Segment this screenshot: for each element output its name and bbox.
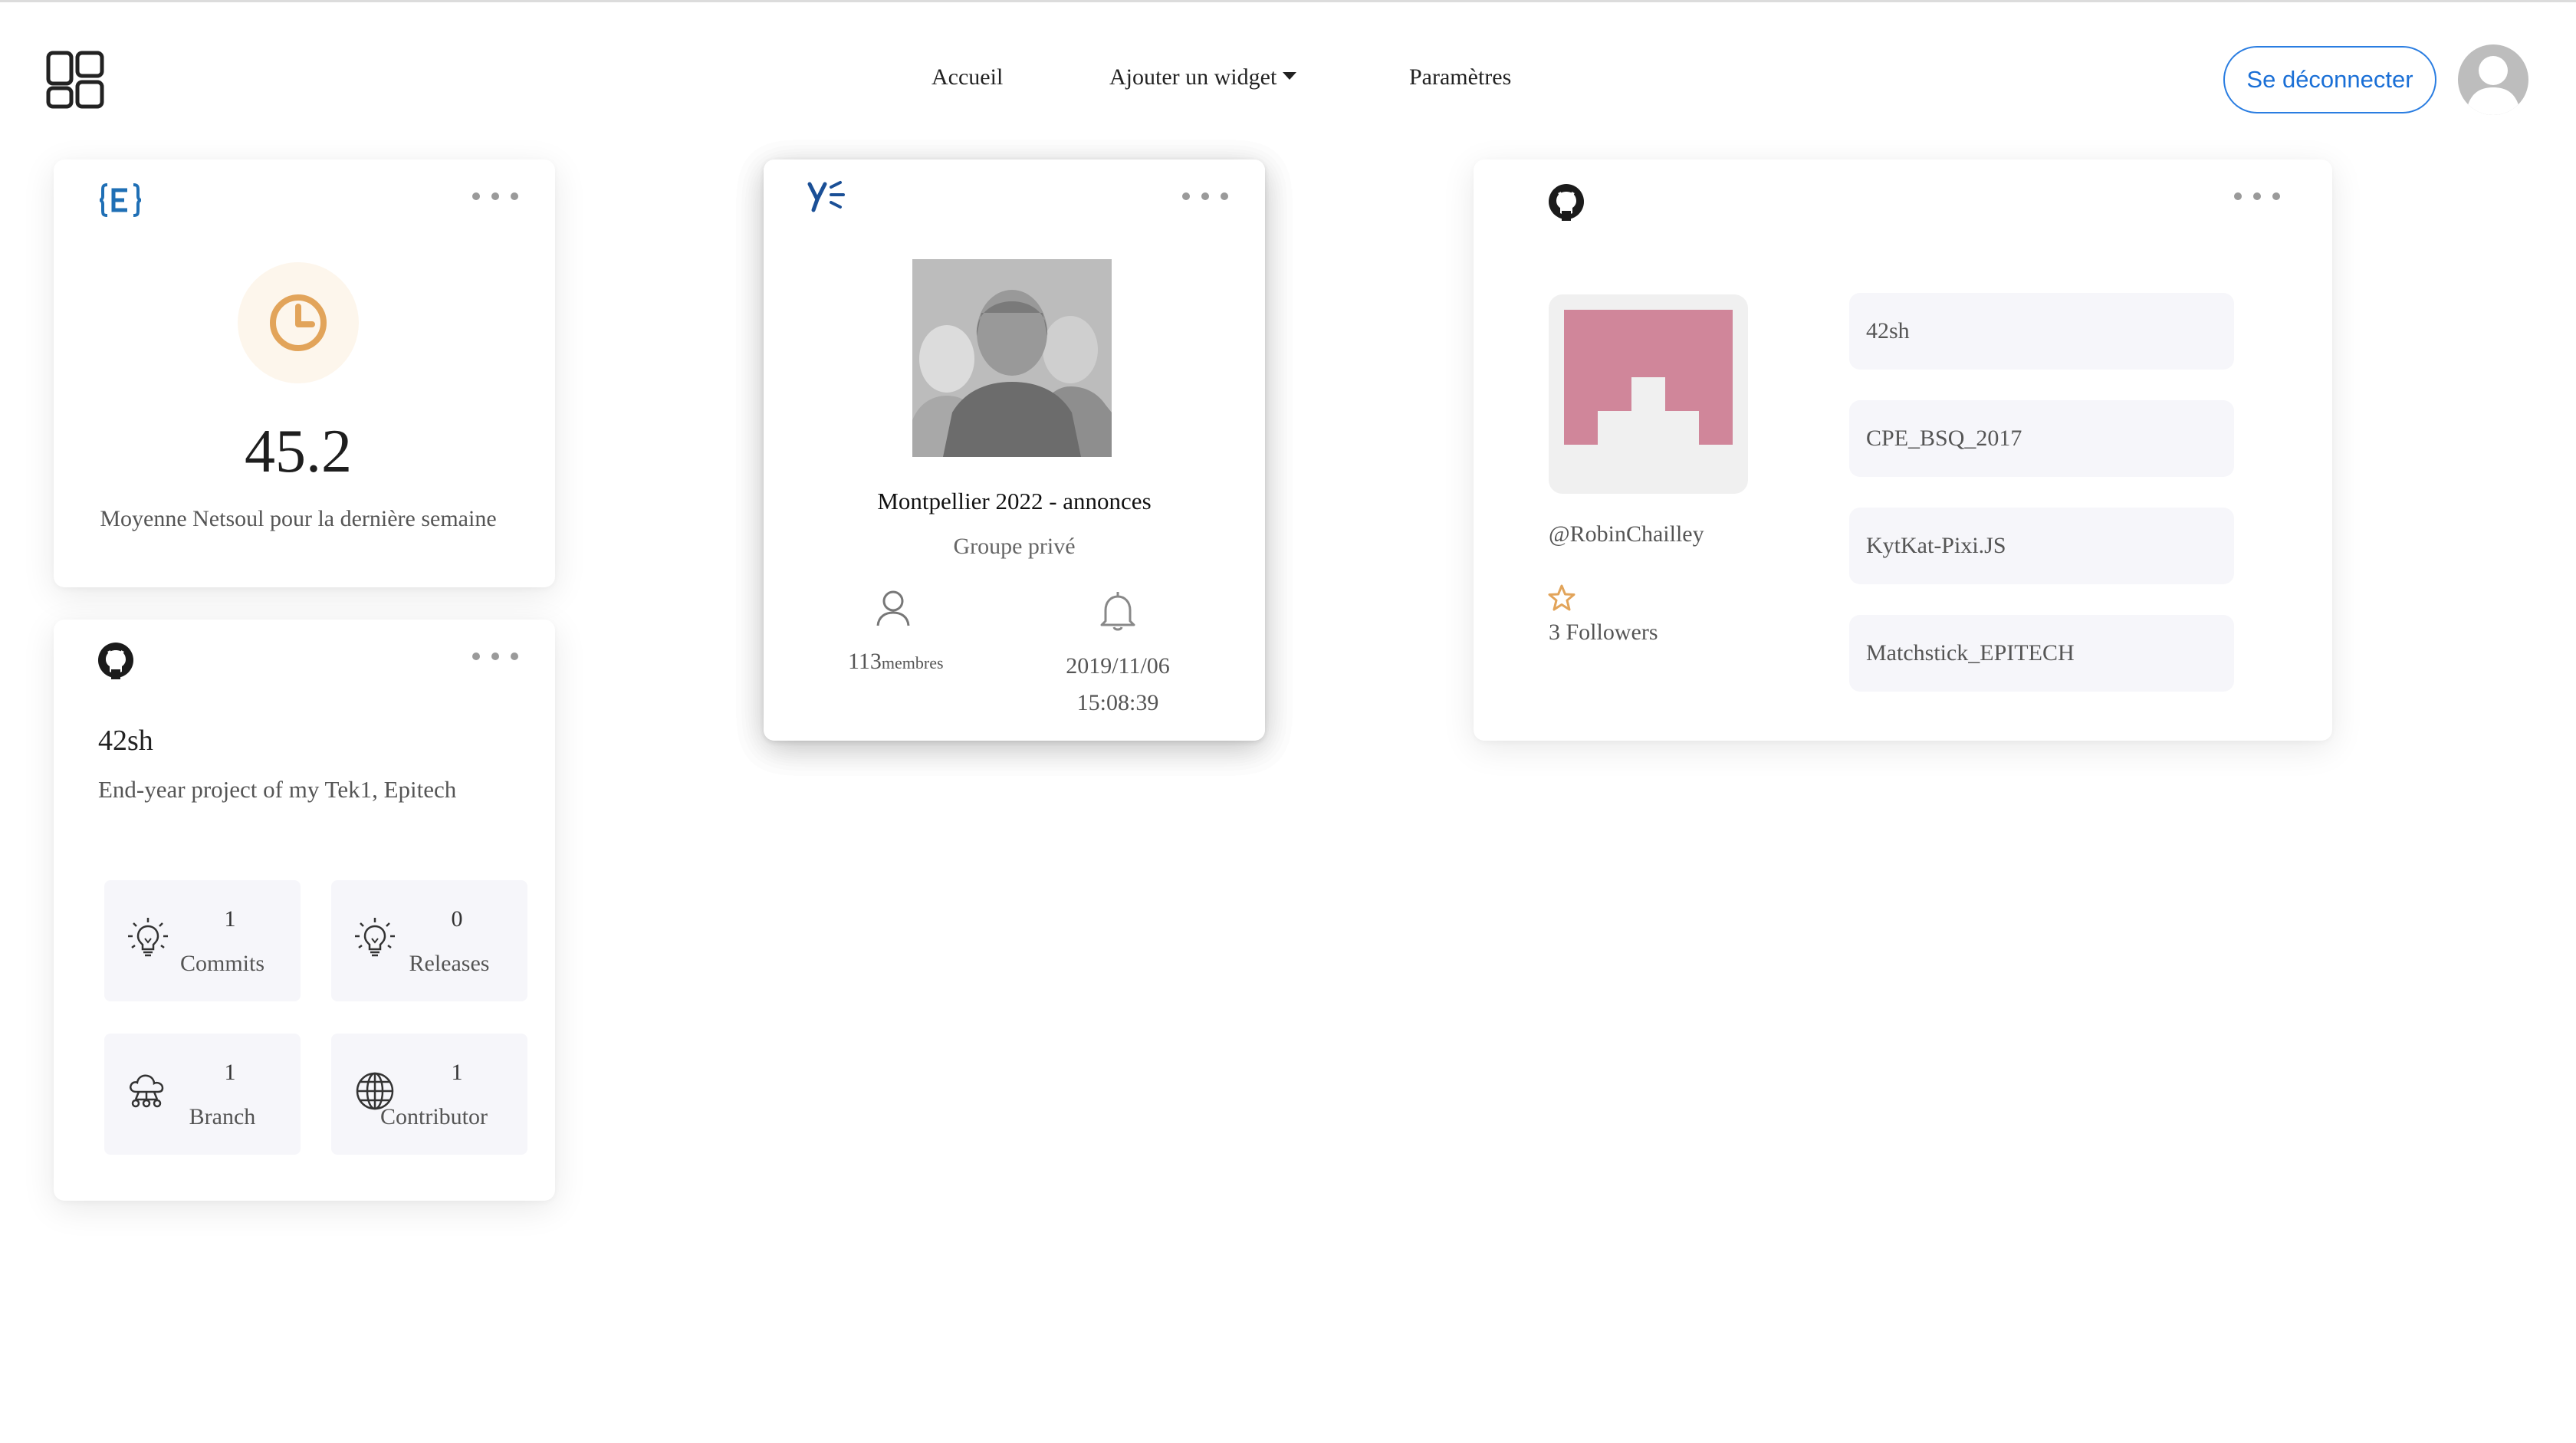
netsoul-average-label: Moyenne Netsoul pour la dernière semaine bbox=[100, 506, 497, 531]
yammer-card-content: Montpellier 2022 - annonces Groupe privé… bbox=[764, 159, 1265, 741]
github-user-widget-menu-button[interactable] bbox=[2234, 187, 2280, 205]
repo-item-cpe-bsq[interactable]: CPE_BSQ_2017 bbox=[1849, 400, 2234, 477]
repo-name: 42sh bbox=[98, 725, 153, 757]
top-border bbox=[0, 0, 2576, 2]
members-label: membres bbox=[881, 653, 944, 672]
commits-count: 1 bbox=[224, 906, 236, 932]
followers-count: 3 Followers bbox=[1549, 620, 1658, 645]
releases-label: Releases bbox=[409, 951, 490, 976]
branch-stat: 1 Branch bbox=[104, 1034, 301, 1155]
members-number: 113 bbox=[848, 649, 882, 674]
netsoul-widget-card: 45.2 Moyenne Netsoul pour la dernière se… bbox=[54, 159, 555, 587]
branch-count: 1 bbox=[224, 1060, 236, 1085]
netsoul-widget-menu-button[interactable] bbox=[472, 187, 518, 205]
netsoul-average-value: 45.2 bbox=[245, 418, 352, 485]
repo-description: End-year project of my Tek1, Epitech bbox=[98, 776, 457, 803]
contributor-stat: 1 Contributor bbox=[331, 1034, 527, 1155]
github-username: @RobinChailley bbox=[1549, 521, 1704, 547]
branch-label: Branch bbox=[189, 1104, 256, 1129]
github-user-avatar bbox=[1549, 294, 1748, 494]
contributor-label: Contributor bbox=[380, 1104, 488, 1129]
last-activity-date: 2019/11/06 bbox=[1066, 653, 1170, 679]
github-repo-widget-card: 42sh End-year project of my Tek1, Epitec… bbox=[54, 620, 555, 1201]
members-count: 113membres bbox=[848, 649, 944, 675]
group-picture bbox=[912, 259, 1112, 457]
epitech-logo-icon bbox=[100, 183, 141, 217]
user-icon bbox=[876, 590, 910, 626]
github-icon bbox=[1549, 184, 1584, 221]
user-silhouette-icon bbox=[2466, 56, 2521, 115]
repo-item-matchstick[interactable]: Matchstick_EPITECH bbox=[1849, 615, 2234, 692]
logout-button[interactable]: Se déconnecter bbox=[2223, 46, 2436, 113]
clock-icon bbox=[270, 294, 327, 351]
last-activity-time: 15:08:39 bbox=[1076, 690, 1159, 715]
nav-settings-link[interactable]: Paramètres bbox=[1409, 64, 1511, 90]
repo-item-kytkat[interactable]: KytKat-Pixi.JS bbox=[1849, 508, 2234, 584]
commits-label: Commits bbox=[179, 951, 265, 976]
github-repo-widget-menu-button[interactable] bbox=[472, 647, 518, 666]
releases-count: 0 bbox=[451, 906, 463, 932]
contributor-count: 1 bbox=[451, 1060, 463, 1085]
commits-stat: 1 Commits bbox=[104, 880, 301, 1001]
nav-add-widget-dropdown[interactable]: Ajouter un widget bbox=[1109, 64, 1297, 90]
nav-home-link[interactable]: Accueil bbox=[932, 64, 1003, 90]
group-type: Groupe privé bbox=[953, 534, 1076, 559]
caret-down-icon bbox=[1283, 72, 1297, 81]
user-avatar[interactable] bbox=[2458, 44, 2528, 115]
yammer-logo-icon bbox=[807, 181, 845, 212]
repo-item-42sh[interactable]: 42sh bbox=[1849, 293, 2234, 370]
clock-icon-badge bbox=[238, 262, 359, 383]
group-name: Montpellier 2022 - annonces bbox=[877, 488, 1152, 514]
nav-add-widget-label: Ajouter un widget bbox=[1109, 64, 1277, 90]
identicon-image bbox=[1564, 310, 1733, 445]
dashboard-logo-icon[interactable] bbox=[46, 51, 104, 109]
github-icon bbox=[98, 643, 133, 679]
star-icon bbox=[1548, 584, 1576, 611]
releases-stat: 0 Releases bbox=[331, 880, 527, 1001]
yammer-widget-menu-button[interactable] bbox=[1182, 187, 1228, 205]
bell-icon[interactable] bbox=[1098, 589, 1138, 632]
